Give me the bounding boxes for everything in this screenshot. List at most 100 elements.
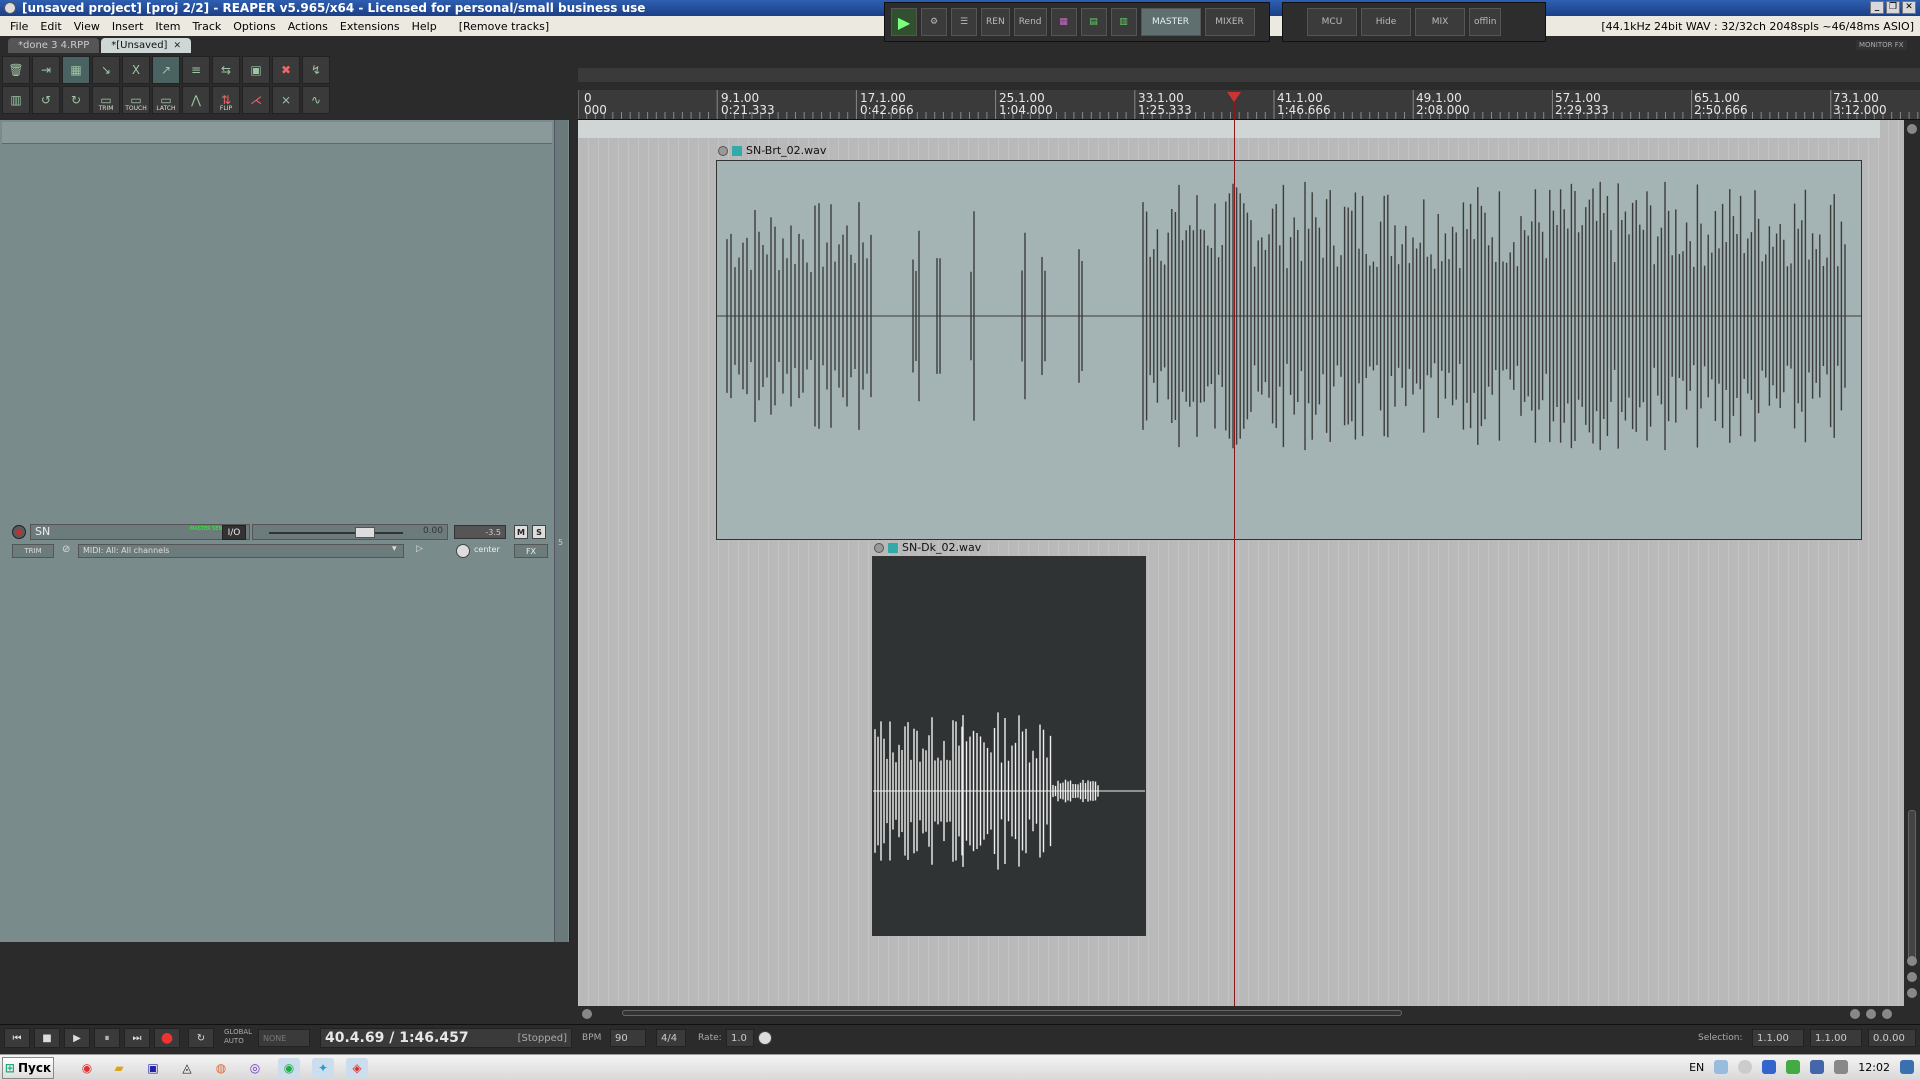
zoom-in-horizontal-icon[interactable] [1866, 1009, 1876, 1019]
play-icon-button[interactable]: ▶ [891, 8, 917, 36]
monitor-icon[interactable]: ▷ [416, 544, 423, 554]
volume-fader[interactable]: 0.00 [252, 524, 448, 540]
scroll-down-icon[interactable] [1907, 988, 1917, 998]
monitor-fx-label[interactable]: MONITOR FX [1856, 40, 1907, 50]
viber-icon[interactable]: ◎ [244, 1058, 266, 1078]
record-input-select[interactable]: MIDI: All: All channels [78, 544, 404, 558]
network-app-icon[interactable]: ✦ [312, 1058, 334, 1078]
toolbar-button[interactable]: ⋀ [182, 86, 210, 114]
toolbar-button[interactable]: ⇆ [212, 56, 240, 84]
pan-knob[interactable] [456, 544, 470, 558]
selection-start[interactable]: 1.1.00 [1752, 1029, 1804, 1047]
volume-icon[interactable] [1834, 1060, 1849, 1074]
scroll-left-icon[interactable] [582, 1009, 592, 1019]
firefox-icon[interactable]: ◍ [210, 1058, 232, 1078]
scroll-up-icon[interactable] [1907, 124, 1917, 134]
chevron-down-icon[interactable]: ▾ [392, 544, 397, 554]
phase-icon[interactable]: ⊘ [62, 544, 70, 555]
toolbar-button[interactable]: ≡ [182, 56, 210, 84]
toolbar-button[interactable]: ⇥ [32, 56, 60, 84]
mcu-button[interactable]: MCU [1307, 8, 1357, 36]
item-lock-icon[interactable] [718, 145, 728, 156]
volume-fader-knob[interactable] [355, 527, 376, 538]
close-tab-icon[interactable]: ✕ [173, 41, 181, 51]
trim-mode-button[interactable]: ▭ TRIM [92, 86, 120, 114]
media-item-label[interactable]: SN-Brt_02.wav [718, 144, 826, 157]
reaper-taskbar-icon[interactable]: ◈ [346, 1058, 368, 1078]
solo-button[interactable]: S [532, 525, 546, 539]
stop-button[interactable]: ■ [34, 1028, 60, 1048]
time-signature-field[interactable]: 4/4 [656, 1029, 686, 1047]
region-lane[interactable] [578, 68, 1920, 82]
toolbar-button[interactable]: 🗑 [2, 56, 30, 84]
tab-project-done[interactable]: *done 3 4.RPP [8, 38, 100, 53]
minimize-button[interactable]: _ [1870, 1, 1884, 14]
tcp-scrollbar[interactable] [554, 120, 568, 942]
menu-extensions[interactable]: Extensions [334, 20, 406, 33]
show-desktop-icon[interactable] [1900, 1060, 1914, 1074]
bpm-field[interactable]: 90 [610, 1029, 646, 1047]
menu-remove-tracks[interactable]: [Remove tracks] [453, 20, 555, 33]
mixer-button[interactable]: MIXER [1204, 8, 1255, 36]
menu-edit[interactable]: Edit [34, 20, 67, 33]
audio-device-status[interactable]: [44.1kHz 24bit WAV : 32/32ch 2048spls ~4… [1601, 20, 1914, 33]
clock[interactable]: 12:02 [1858, 1061, 1890, 1074]
scroll-right-icon[interactable] [1882, 1009, 1892, 1019]
zoom-out-horizontal-icon[interactable] [1850, 1009, 1860, 1019]
restore-button[interactable]: ❐ [1886, 1, 1900, 14]
zoom-in-icon[interactable] [1907, 956, 1917, 966]
toolbar-button[interactable]: ↗ [152, 56, 180, 84]
menu-view[interactable]: View [68, 20, 106, 33]
toolbar-button[interactable]: X [122, 56, 150, 84]
master-track-row[interactable] [2, 122, 552, 144]
selection-end[interactable]: 1.1.00 [1810, 1029, 1862, 1047]
zoom-out-icon[interactable] [1907, 972, 1917, 982]
media-item-label[interactable]: SN-Dk_02.wav [874, 541, 981, 554]
media-item-sn-brt[interactable] [716, 160, 1862, 540]
toolbar-button[interactable]: ✖ [272, 56, 300, 84]
app-icon[interactable]: ◬ [176, 1058, 198, 1078]
pause-button[interactable]: ⏸ [94, 1028, 120, 1048]
color-icon-button[interactable]: ▦ [1050, 8, 1077, 36]
language-indicator[interactable]: EN [1689, 1061, 1704, 1074]
go-to-start-button[interactable]: ⏮ [4, 1028, 30, 1048]
item-take-icon[interactable] [732, 145, 742, 156]
flag-icon[interactable] [1762, 1060, 1777, 1074]
fx-button[interactable]: FX [514, 544, 548, 558]
network-icon[interactable] [1714, 1060, 1729, 1074]
menu-item[interactable]: Item [149, 20, 186, 33]
time-display[interactable]: 40.4.69 / 1:46.457 [Stopped] [320, 1028, 572, 1048]
rate-field[interactable]: 1.0 [726, 1029, 754, 1047]
routing-icon-button[interactable]: ▤ [1080, 8, 1107, 36]
menu-track[interactable]: Track [186, 20, 227, 33]
playhead-marker-icon[interactable] [1227, 92, 1241, 102]
automation-mode-button[interactable]: TRIM [12, 544, 54, 558]
horizontal-scrollbar[interactable] [578, 1006, 1904, 1022]
offline-button[interactable]: offlin [1469, 8, 1502, 36]
track-row[interactable]: SN MASTER SEND I/O 0.00 -3.5 M S TRIM ⊘ … [4, 522, 552, 562]
toolbar-button[interactable]: ↻ [62, 86, 90, 114]
mute-button[interactable]: M [514, 525, 528, 539]
horizontal-scroll-thumb[interactable] [622, 1010, 1402, 1016]
chrome-icon[interactable]: ◉ [76, 1058, 98, 1078]
menu-options[interactable]: Options [227, 20, 281, 33]
latch-mode-button[interactable]: ▭ LATCH [152, 86, 180, 114]
touch-mode-button[interactable]: ▭ TOUCH [122, 86, 150, 114]
menu-actions[interactable]: Actions [282, 20, 334, 33]
record-button[interactable]: ● [154, 1028, 180, 1048]
flip-button[interactable]: ⇅ FLIP [212, 86, 240, 114]
close-button[interactable]: ✕ [1902, 1, 1916, 14]
folder-icon[interactable]: ▰ [108, 1058, 130, 1078]
rate-knob[interactable] [758, 1031, 772, 1045]
play-button[interactable]: ▶ [64, 1028, 90, 1048]
media-item-sn-dk[interactable] [872, 556, 1146, 936]
toolbar-button[interactable]: ↺ [32, 86, 60, 114]
record-arm-button[interactable] [12, 525, 26, 539]
display-icon[interactable] [1810, 1060, 1825, 1074]
edit-cursor[interactable] [1234, 92, 1235, 1006]
update-icon[interactable] [1738, 1060, 1753, 1074]
toolbar-button[interactable]: ↯ [302, 56, 330, 84]
item-take-icon[interactable] [888, 542, 898, 553]
toolbar-button[interactable]: ⋌ [242, 86, 270, 114]
render-queue-button[interactable]: Rend [1013, 8, 1047, 36]
